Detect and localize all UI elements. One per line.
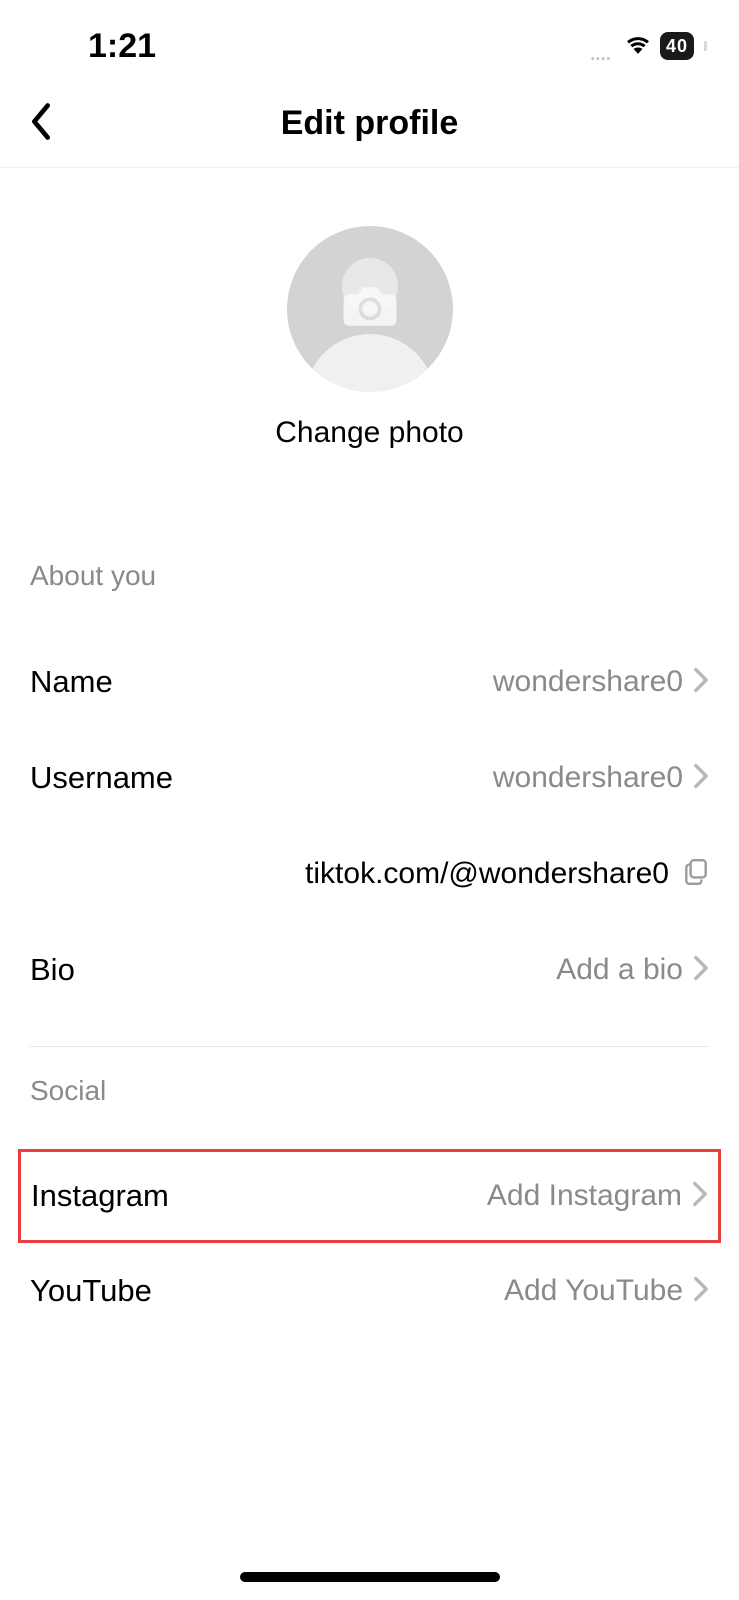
youtube-row[interactable]: YouTube Add YouTube (30, 1243, 709, 1339)
instagram-value: Add Instagram (487, 1179, 682, 1213)
home-indicator[interactable] (240, 1572, 500, 1582)
about-you-title: About you (30, 560, 709, 592)
divider (30, 1046, 709, 1047)
about-you-section: About you Name wondershare0 Username won… (0, 560, 739, 1339)
nav-header: Edit profile (0, 80, 739, 168)
change-photo-label[interactable]: Change photo (275, 416, 464, 450)
wifi-icon (624, 33, 652, 60)
name-label: Name (30, 664, 113, 700)
name-value: wondershare0 (493, 665, 683, 699)
profile-photo-section: Change photo (0, 168, 739, 560)
instagram-highlight: Instagram Add Instagram (18, 1149, 721, 1243)
bio-value: Add a bio (556, 953, 683, 987)
back-button[interactable] (28, 101, 54, 146)
chevron-right-icon (693, 1276, 709, 1307)
username-label: Username (30, 760, 173, 796)
username-value: wondershare0 (493, 761, 683, 795)
status-indicators: .... 40 (589, 26, 707, 67)
avatar[interactable] (287, 226, 453, 392)
status-bar: 1:21 .... 40 (0, 0, 739, 80)
username-row[interactable]: Username wondershare0 (30, 730, 709, 826)
social-title: Social (30, 1075, 709, 1107)
youtube-label: YouTube (30, 1273, 152, 1309)
profile-url: tiktok.com/@wondershare0 (305, 857, 669, 891)
status-time: 1:21 (88, 27, 156, 66)
bio-label: Bio (30, 952, 75, 988)
chevron-right-icon (692, 1181, 708, 1212)
camera-icon (341, 283, 399, 336)
instagram-row[interactable]: Instagram Add Instagram (31, 1152, 708, 1240)
battery-tip-icon (704, 41, 707, 51)
profile-url-row[interactable]: tiktok.com/@wondershare0 (30, 826, 709, 922)
page-title: Edit profile (281, 104, 459, 143)
chevron-right-icon (693, 667, 709, 698)
chevron-left-icon (28, 101, 54, 141)
battery-icon: 40 (660, 32, 694, 60)
copy-icon[interactable] (683, 858, 709, 891)
chevron-right-icon (693, 763, 709, 794)
youtube-value: Add YouTube (504, 1274, 683, 1308)
signal-dots-icon: .... (589, 36, 610, 67)
bio-row[interactable]: Bio Add a bio (30, 922, 709, 1018)
instagram-label: Instagram (31, 1178, 169, 1214)
name-row[interactable]: Name wondershare0 (30, 634, 709, 730)
chevron-right-icon (693, 955, 709, 986)
